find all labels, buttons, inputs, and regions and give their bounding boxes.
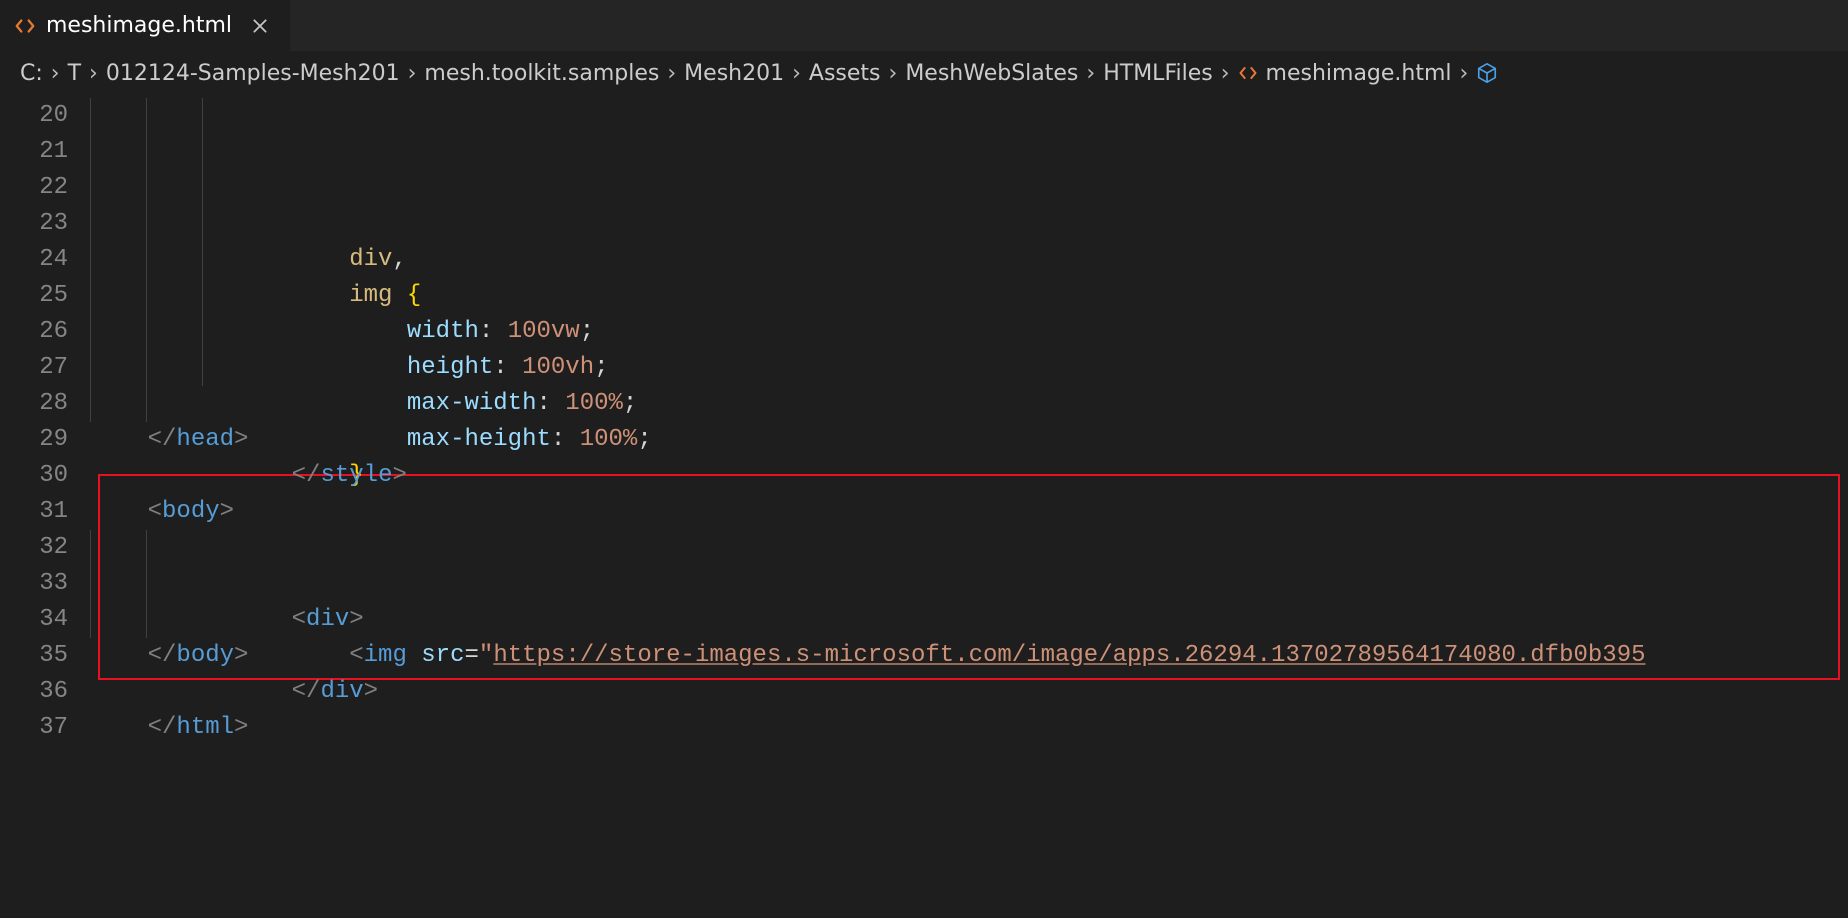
chevron-right-icon: › [889,61,898,86]
chevron-right-icon: › [1086,61,1095,86]
line-number: 28 [0,386,68,422]
code-line[interactable]: width: 100vw; [90,206,1848,242]
chevron-right-icon: › [667,61,676,86]
breadcrumb-meshwebslates[interactable]: MeshWebSlates [905,61,1078,86]
line-number: 34 [0,602,68,638]
chevron-right-icon: › [792,61,801,86]
code-editor[interactable]: 20 21 22 23 24 25 26 27 28 29 30 31 32 3… [0,94,1848,918]
close-tab-icon[interactable] [248,14,272,38]
breadcrumb-toolkit[interactable]: mesh.toolkit.samples [424,61,659,86]
code-line[interactable]: max-width: 100%; [90,278,1848,314]
code-line[interactable]: height: 100vh; [90,242,1848,278]
html-file-icon [1238,63,1258,83]
code-line[interactable] [90,674,1848,710]
line-number-gutter: 20 21 22 23 24 25 26 27 28 29 30 31 32 3… [0,94,90,918]
line-number: 27 [0,350,68,386]
line-number: 22 [0,170,68,206]
tab-bar: meshimage.html [0,0,1848,52]
chevron-right-icon: › [1460,61,1469,86]
close-tag: head [176,426,234,453]
code-line[interactable]: div, [90,134,1848,170]
code-line[interactable]: <img src="https://store-images.s-microso… [90,566,1848,602]
code-line[interactable]: </html> [90,710,1848,746]
html-file-icon [14,15,36,37]
chevron-right-icon: › [1221,61,1230,86]
code-line[interactable] [90,458,1848,494]
code-line[interactable]: max-height: 100%; [90,314,1848,350]
close-tag: html [176,714,234,741]
code-line[interactable]: </style> [90,386,1848,422]
code-line[interactable]: <body> [90,494,1848,530]
chevron-right-icon: › [51,61,60,86]
line-number: 26 [0,314,68,350]
breadcrumb-mesh201[interactable]: Mesh201 [684,61,784,86]
code-line[interactable]: img { [90,170,1848,206]
tab-bar-empty [291,0,1848,51]
code-area[interactable]: div, img { width: 100vw; height: 100vh; [90,94,1848,918]
line-number: 25 [0,278,68,314]
line-number: 24 [0,242,68,278]
breadcrumb-c[interactable]: C: [20,61,43,86]
open-tag: body [162,498,220,525]
code-line[interactable] [90,98,1848,134]
tab-filename: meshimage.html [46,13,232,38]
breadcrumb-assets[interactable]: Assets [809,61,881,86]
line-number: 31 [0,494,68,530]
code-line[interactable]: } [90,350,1848,386]
breadcrumb: C: › T › 012124-Samples-Mesh201 › mesh.t… [0,52,1848,94]
breadcrumb-htmlfiles[interactable]: HTMLFiles [1103,61,1213,86]
line-number: 36 [0,674,68,710]
code-line[interactable]: </head> [90,422,1848,458]
line-number: 35 [0,638,68,674]
line-number: 30 [0,458,68,494]
code-line[interactable]: </div> [90,602,1848,638]
breadcrumb-samples[interactable]: 012124-Samples-Mesh201 [106,61,400,86]
line-number: 37 [0,710,68,746]
line-number: 32 [0,530,68,566]
outline-cube-icon[interactable] [1476,62,1498,84]
chevron-right-icon: › [89,61,98,86]
line-number: 29 [0,422,68,458]
tab-meshimage[interactable]: meshimage.html [0,0,291,51]
breadcrumb-t[interactable]: T [68,61,81,86]
line-number: 23 [0,206,68,242]
breadcrumb-file[interactable]: meshimage.html [1266,61,1452,86]
line-number: 33 [0,566,68,602]
line-number: 21 [0,134,68,170]
code-line[interactable]: </body> [90,638,1848,674]
chevron-right-icon: › [408,61,417,86]
code-line[interactable]: <div> [90,530,1848,566]
close-tag: body [176,642,234,669]
line-number: 20 [0,98,68,134]
